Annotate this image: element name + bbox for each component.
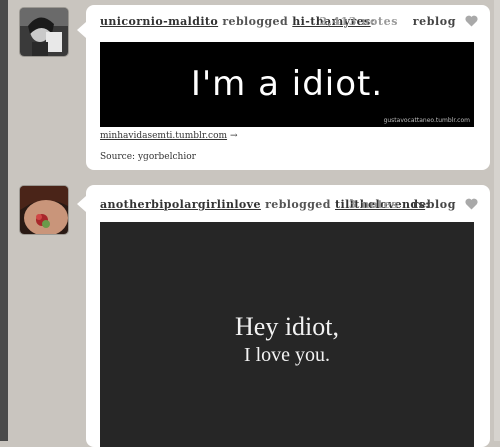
user-avatar-unicornio-maldito[interactable] — [20, 8, 68, 56]
post-header: anotherbipolargirlinlove reblogged tillt… — [100, 198, 478, 214]
via-link[interactable]: minhavidasemti.tumblr.com — [100, 131, 227, 141]
post-pointer — [77, 22, 86, 38]
reblog-button[interactable]: reblog — [413, 15, 456, 28]
post-pointer — [77, 196, 86, 212]
heart-icon[interactable] — [465, 198, 478, 213]
post-header: unicornio-maldito reblogged hi-thamyres:… — [100, 15, 478, 31]
arrow-icon: → — [229, 131, 238, 141]
post-image[interactable]: I'm a idiot. gustavocattaneo.tumblr.com — [100, 42, 474, 127]
left-edge-strip — [0, 0, 8, 441]
post-card-2: anotherbipolargirlinlove reblogged tillt… — [86, 185, 490, 447]
source-credit: Source: ygorbelchior — [100, 152, 196, 162]
poster-username-link[interactable]: anotherbipolargirlinlove — [100, 198, 261, 211]
reblog-button[interactable]: reblog — [413, 198, 456, 211]
via-link-row: minhavidasemti.tumblr.com → — [100, 131, 237, 141]
notes-count[interactable]: 2,413 notes — [320, 15, 398, 28]
source-label: Source: — [100, 152, 136, 162]
post-card-1: unicornio-maldito reblogged hi-thamyres:… — [86, 5, 490, 170]
avatar-photo-back-tattoo — [20, 186, 68, 234]
right-edge-strip — [494, 0, 500, 441]
post-image[interactable]: Hey idiot, I love you. — [100, 222, 474, 447]
reblogged-text: reblogged — [265, 198, 331, 211]
image-text-line-1: Hey idiot, — [235, 312, 339, 341]
poster-username-link[interactable]: unicornio-maldito — [100, 15, 218, 28]
avatar-photo-person — [20, 8, 68, 56]
image-text-line-2: I love you. — [243, 344, 331, 366]
notes-count[interactable]: 3 notes — [349, 198, 398, 211]
reblogged-text: reblogged — [222, 15, 289, 28]
heart-icon[interactable] — [465, 15, 478, 30]
image-watermark: gustavocattaneo.tumblr.com — [383, 117, 470, 124]
user-avatar-anotherbipolargirlinlove[interactable] — [20, 186, 68, 234]
image-text: I'm a idiot. — [190, 64, 384, 104]
source-value[interactable]: ygorbelchior — [138, 152, 196, 162]
